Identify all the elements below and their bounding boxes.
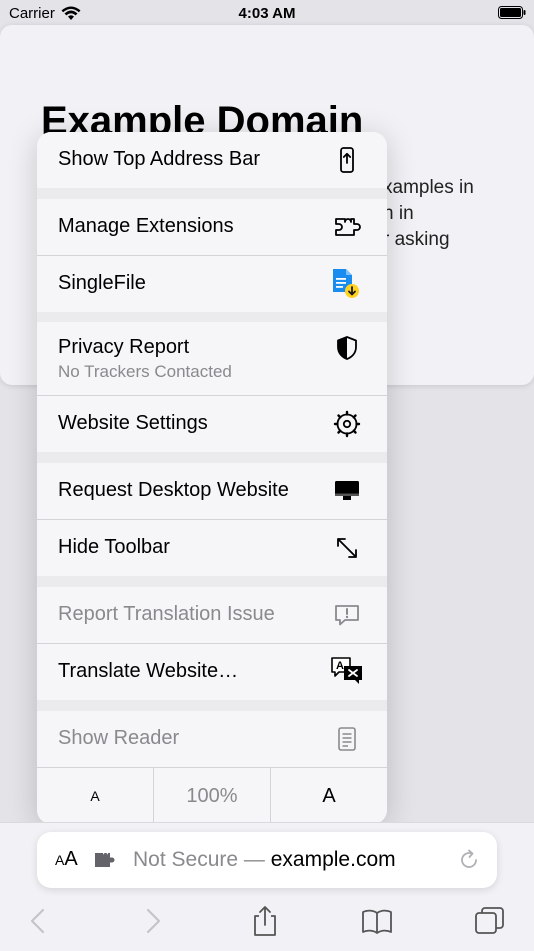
security-status: Not Secure — [133, 848, 265, 871]
menu-item-show-top-address-bar[interactable]: Show Top Address Bar [37, 132, 387, 188]
menu-item-label: Request Desktop Website [58, 479, 289, 501]
menu-item-report-translation-issue[interactable]: Report Translation Issue [37, 587, 387, 643]
zoom-level[interactable]: 100% [153, 768, 270, 824]
menu-item-website-settings[interactable]: Website Settings [37, 396, 387, 452]
page-text-line-3: r asking [383, 229, 450, 250]
menu-item-request-desktop-website[interactable]: Request Desktop Website [37, 463, 387, 519]
menu-item-singlefile[interactable]: SingleFile [37, 256, 387, 312]
tabs-icon[interactable] [473, 904, 507, 938]
page-text-line-2: n in [383, 203, 414, 224]
menu-item-label: Manage Extensions [58, 215, 234, 237]
menu-item-hide-toolbar[interactable]: Hide Toolbar [37, 520, 387, 576]
privacy-report-status: No Trackers Contacted [58, 362, 232, 381]
resize-icon [337, 538, 357, 558]
page-menu-button[interactable]: AA [55, 848, 78, 871]
page-text-line-1: xamples in [383, 177, 474, 198]
menu-item-label: SingleFile [58, 272, 146, 294]
clock: 4:03 AM [238, 5, 296, 22]
zoom-controls: A 100% A [37, 768, 387, 824]
aa-small-label: A [55, 852, 65, 868]
forward-icon[interactable] [136, 904, 170, 938]
zoom-out-button[interactable]: A [37, 768, 153, 824]
page-menu: Show Top Address Bar Manage Extensions S… [37, 132, 387, 824]
extension-icon[interactable] [93, 849, 115, 871]
svg-text:A: A [336, 660, 344, 672]
address-bar[interactable]: AA Not Secure — example.com [37, 832, 497, 888]
aa-large-label: A [64, 848, 78, 870]
reload-icon[interactable] [457, 848, 481, 872]
menu-item-label: Translate Website… [58, 660, 239, 682]
reader-icon [338, 727, 356, 751]
menu-item-label: Report Translation Issue [58, 603, 275, 625]
bookmarks-icon[interactable] [360, 904, 394, 938]
translate-icon: A [331, 657, 362, 684]
zoom-in-button[interactable]: A [270, 768, 387, 824]
singlefile-icon [333, 269, 359, 298]
translation-issue-icon [335, 605, 359, 626]
zoom-level-value: 100% [186, 784, 238, 807]
desktop-icon [335, 481, 359, 500]
menu-item-translate-website[interactable]: Translate Website… A [37, 644, 387, 700]
menu-item-show-reader[interactable]: Show Reader [37, 711, 387, 767]
extension-icon [335, 218, 361, 236]
zoom-in-label: A [322, 784, 336, 807]
share-icon[interactable] [248, 904, 282, 938]
shield-icon [337, 336, 357, 360]
gear-icon [333, 410, 361, 438]
url-display[interactable]: Not Secure — example.com [133, 848, 396, 872]
battery-icon [498, 6, 526, 19]
status-bar: Carrier 4:03 AM [0, 0, 534, 28]
zoom-out-label: A [90, 788, 100, 804]
menu-item-label: Privacy Report [58, 336, 190, 358]
menu-item-privacy-report[interactable]: Privacy Report No Trackers Contacted [37, 322, 387, 395]
menu-item-label: Hide Toolbar [58, 536, 170, 558]
menu-item-label: Website Settings [58, 412, 208, 434]
back-icon[interactable] [22, 904, 56, 938]
menu-item-label: Show Reader [58, 727, 180, 749]
address-bar-icon [340, 147, 354, 173]
menu-item-manage-extensions[interactable]: Manage Extensions [37, 199, 387, 255]
menu-item-label: Show Top Address Bar [58, 148, 260, 170]
domain-text: example.com [270, 848, 396, 871]
